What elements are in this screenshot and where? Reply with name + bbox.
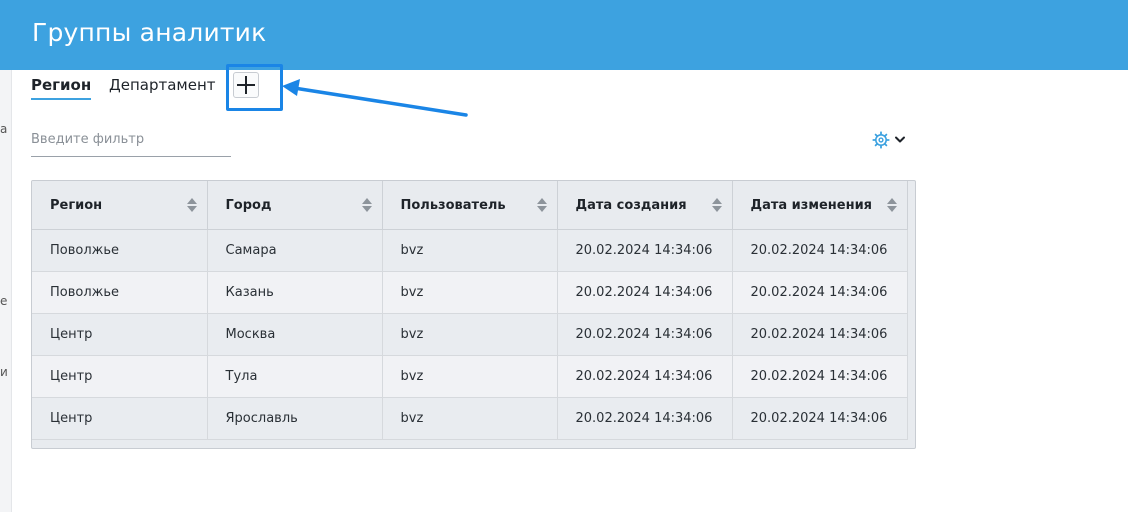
cell-user: bvz	[382, 271, 558, 314]
table-row[interactable]: Поволжье Казань bvz 20.02.2024 14:34:06 …	[32, 271, 908, 314]
table-row[interactable]: Центр Ярославль bvz 20.02.2024 14:34:06 …	[32, 397, 908, 440]
cell-created: 20.02.2024 14:34:06	[557, 397, 733, 440]
table-row[interactable]: Центр Тула bvz 20.02.2024 14:34:06 20.02…	[32, 355, 908, 398]
cell-city: Казань	[207, 271, 383, 314]
table-header-row: Регион Город Пользователь Дата создания …	[32, 181, 908, 230]
cell-modified: 20.02.2024 14:34:06	[732, 271, 908, 314]
add-tab-button[interactable]	[233, 72, 259, 98]
data-table: Регион Город Пользователь Дата создания …	[32, 181, 908, 440]
cell-city: Самара	[207, 229, 383, 272]
column-header-modified[interactable]: Дата изменения	[732, 181, 908, 230]
cell-modified: 20.02.2024 14:34:06	[732, 313, 908, 356]
cell-city: Ярославль	[207, 397, 383, 440]
cell-region: Центр	[32, 313, 208, 356]
cell-created: 20.02.2024 14:34:06	[557, 355, 733, 398]
filter-field[interactable]	[31, 128, 231, 157]
cell-created: 20.02.2024 14:34:06	[557, 229, 733, 272]
column-header-label: Регион	[50, 197, 103, 213]
column-header-label: Дата изменения	[750, 197, 873, 213]
table-row[interactable]: Поволжье Самара bvz 20.02.2024 14:34:06 …	[32, 229, 908, 272]
cell-created: 20.02.2024 14:34:06	[557, 271, 733, 314]
tab-region[interactable]: Регион	[31, 76, 92, 100]
cell-user: bvz	[382, 355, 558, 398]
table-settings-button[interactable]	[872, 131, 908, 149]
app-header: Группы аналитик	[0, 0, 1128, 70]
cell-created: 20.02.2024 14:34:06	[557, 313, 733, 356]
cell-modified: 20.02.2024 14:34:06	[732, 355, 908, 398]
collapsed-sidebar[interactable]: а е и	[0, 70, 12, 512]
cell-city: Москва	[207, 313, 383, 356]
sort-icon[interactable]	[711, 198, 722, 212]
sidebar-text-fragment: а	[0, 122, 8, 136]
page-title: Группы аналитик	[32, 18, 267, 47]
column-header-region[interactable]: Регион	[32, 181, 208, 230]
sort-icon[interactable]	[361, 198, 372, 212]
cell-region: Центр	[32, 397, 208, 440]
sort-icon[interactable]	[886, 198, 897, 212]
column-header-label: Дата создания	[575, 197, 687, 213]
sort-icon[interactable]	[536, 198, 547, 212]
gear-icon	[872, 131, 890, 149]
filter-input[interactable]	[31, 128, 227, 151]
cell-modified: 20.02.2024 14:34:06	[732, 397, 908, 440]
table-row[interactable]: Центр Москва bvz 20.02.2024 14:34:06 20.…	[32, 313, 908, 356]
annotation-arrow-icon	[282, 79, 468, 117]
sidebar-text-fragment: е	[0, 294, 8, 308]
tab-department[interactable]: Департамент	[109, 76, 216, 98]
column-header-label: Пользователь	[400, 197, 506, 213]
cell-region: Поволжье	[32, 229, 208, 272]
data-table-container: Регион Город Пользователь Дата создания …	[31, 180, 916, 449]
cell-city: Тула	[207, 355, 383, 398]
cell-user: bvz	[382, 229, 558, 272]
cell-user: bvz	[382, 397, 558, 440]
cell-region: Центр	[32, 355, 208, 398]
chevron-down-icon	[895, 136, 905, 143]
sidebar-text-fragment: и	[0, 365, 8, 379]
cell-modified: 20.02.2024 14:34:06	[732, 229, 908, 272]
cell-user: bvz	[382, 313, 558, 356]
column-header-user[interactable]: Пользователь	[382, 181, 558, 230]
sort-icon[interactable]	[186, 198, 197, 212]
cell-region: Поволжье	[32, 271, 208, 314]
column-header-created[interactable]: Дата создания	[557, 181, 733, 230]
column-header-city[interactable]: Город	[207, 181, 383, 230]
column-header-label: Город	[225, 197, 272, 213]
